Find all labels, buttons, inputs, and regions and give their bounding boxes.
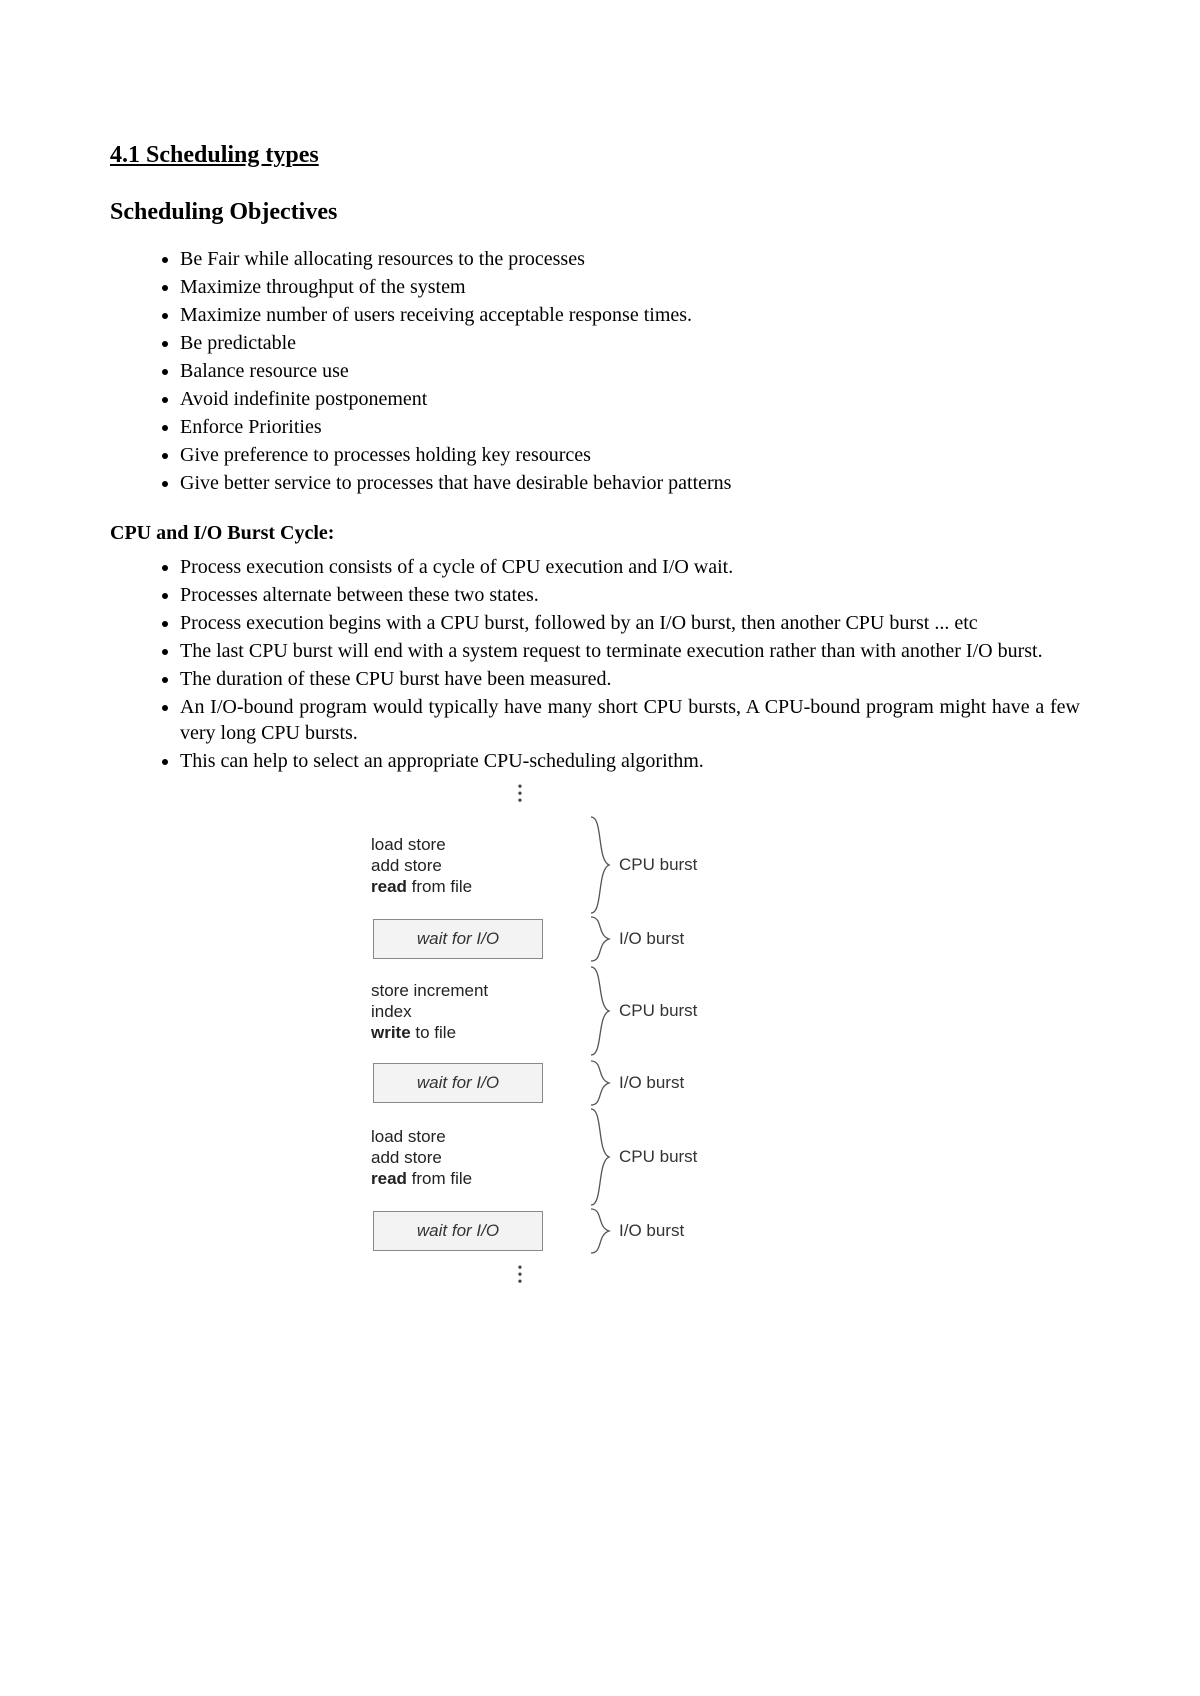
burst-cycle-diagram: ••• load store add store read from file … — [365, 784, 835, 1286]
brace-icon — [589, 1107, 611, 1207]
list-item: Balance resource use — [180, 358, 1090, 384]
list-item: This can help to select an appropriate C… — [180, 748, 1090, 774]
burst-label: I/O burst — [615, 1072, 835, 1094]
list-item: The last CPU burst will end with a syste… — [180, 638, 1090, 664]
code-line: load store — [371, 1126, 559, 1147]
list-item: Processes alternate between these two st… — [180, 582, 1090, 608]
brace-icon — [589, 915, 611, 963]
list-item: Process execution begins with a CPU burs… — [180, 610, 1090, 636]
objectives-list: Be Fair while allocating resources to th… — [110, 246, 1090, 496]
ellipsis-icon: ••• — [205, 1265, 835, 1286]
list-item: Be predictable — [180, 330, 1090, 356]
list-item: An I/O-bound program would typically hav… — [180, 694, 1090, 746]
code-line: read from file — [371, 876, 559, 897]
code-line: read from file — [371, 1168, 559, 1189]
code-line: load store — [371, 834, 559, 855]
code-line: add store — [371, 1147, 559, 1168]
list-item: Give preference to processes holding key… — [180, 442, 1090, 468]
brace-icon — [589, 815, 611, 915]
brace-icon — [589, 1059, 611, 1107]
cpu-code-block: load store add store read from file — [365, 1118, 565, 1198]
list-item: Maximize throughput of the system — [180, 274, 1090, 300]
list-item: Be Fair while allocating resources to th… — [180, 246, 1090, 272]
burst-label: I/O burst — [615, 928, 835, 950]
list-item: Enforce Priorities — [180, 414, 1090, 440]
burst-cycle-heading: CPU and I/O Burst Cycle: — [110, 520, 1090, 546]
code-line: add store — [371, 855, 559, 876]
diagram-row: load store add store read from file CPU … — [365, 1111, 835, 1203]
diagram-row: store increment index write to file CPU … — [365, 967, 835, 1055]
burst-label: CPU burst — [615, 854, 835, 876]
diagram-row: wait for I/O I/O burst — [365, 913, 835, 965]
wait-box: wait for I/O — [373, 919, 543, 959]
cpu-code-block: store increment index write to file — [365, 972, 565, 1052]
code-line: write to file — [371, 1022, 559, 1043]
list-item: Process execution consists of a cycle of… — [180, 554, 1090, 580]
list-item: Give better service to processes that ha… — [180, 470, 1090, 496]
brace-icon — [589, 1207, 611, 1255]
code-line: store increment — [371, 980, 559, 1001]
section-title: 4.1 Scheduling types — [110, 140, 1090, 171]
burst-label: I/O burst — [615, 1220, 835, 1242]
diagram-row: wait for I/O I/O burst — [365, 1205, 835, 1257]
list-item: Avoid indefinite postponement — [180, 386, 1090, 412]
burst-cycle-list: Process execution consists of a cycle of… — [110, 554, 1090, 774]
wait-box: wait for I/O — [373, 1211, 543, 1251]
burst-label: CPU burst — [615, 1000, 835, 1022]
burst-label: CPU burst — [615, 1146, 835, 1168]
diagram-row: wait for I/O I/O burst — [365, 1057, 835, 1109]
cpu-code-block: load store add store read from file — [365, 826, 565, 906]
objectives-heading: Scheduling Objectives — [110, 197, 1090, 228]
list-item: The duration of these CPU burst have bee… — [180, 666, 1090, 692]
code-line: index — [371, 1001, 559, 1022]
diagram-row: load store add store read from file CPU … — [365, 819, 835, 911]
ellipsis-icon: ••• — [205, 784, 835, 805]
list-item: Maximize number of users receiving accep… — [180, 302, 1090, 328]
wait-box: wait for I/O — [373, 1063, 543, 1103]
brace-icon — [589, 965, 611, 1057]
